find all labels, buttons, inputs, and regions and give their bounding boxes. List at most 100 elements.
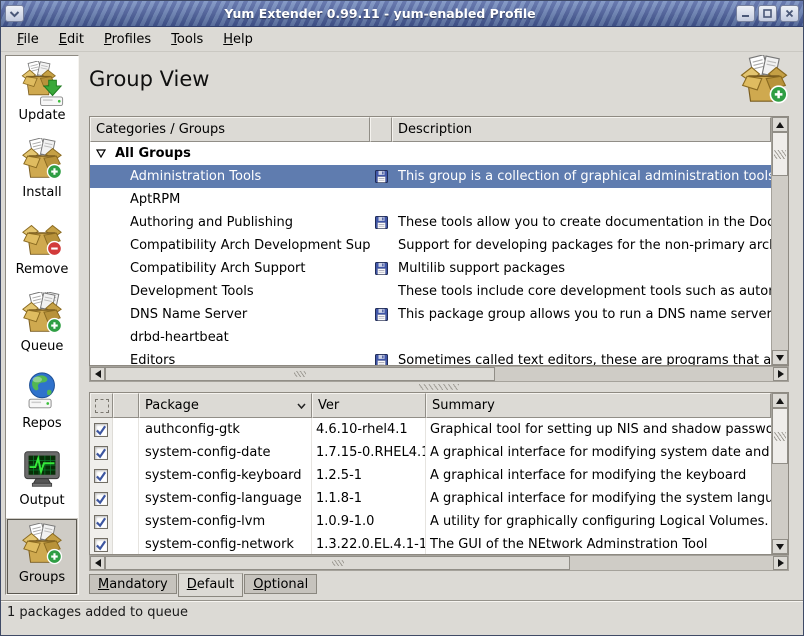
group-row-compat-arch-support[interactable]: Compatibility Arch Support Multilib supp…: [90, 257, 771, 280]
package-checkbox[interactable]: [94, 538, 108, 552]
package-checkbox[interactable]: [94, 492, 108, 506]
scrollbar-track[interactable]: [105, 556, 773, 570]
titlebar[interactable]: Yum Extender 0.99.11 - yum-enabled Profi…: [1, 1, 803, 27]
update-icon: [19, 61, 65, 107]
maximize-button[interactable]: [758, 5, 777, 22]
package-checkbox[interactable]: [94, 446, 108, 460]
close-button[interactable]: [780, 5, 799, 22]
package-ver: 1.2.5-1: [312, 464, 426, 487]
scrollbar-track[interactable]: [772, 464, 788, 539]
column-header-ver[interactable]: Ver: [312, 393, 426, 418]
menubar: File Edit Profiles Tools Help: [1, 27, 803, 52]
sidebar-item-output[interactable]: Output: [6, 441, 78, 518]
package-checkbox[interactable]: [94, 423, 108, 437]
package-name: system-config-network: [139, 533, 312, 554]
scroll-left-button[interactable]: [90, 556, 105, 570]
arrow-left-icon: [95, 370, 101, 378]
group-description: This group is a collection of graphical …: [398, 169, 771, 184]
window-menu-button[interactable]: [5, 5, 24, 22]
menu-help[interactable]: Help: [213, 30, 263, 49]
package-table-vertical-scrollbar[interactable]: [771, 393, 788, 554]
column-header-summary[interactable]: Summary: [426, 393, 771, 418]
package-row-system-config-keyboard[interactable]: system-config-keyboard 1.2.5-1 A graphic…: [90, 464, 771, 487]
package-summary: Graphical tool for setting up NIS and sh…: [426, 418, 771, 441]
tab-optional[interactable]: Optional: [244, 574, 317, 594]
package-row-system-config-network[interactable]: system-config-network 1.3.22.0.EL.4.1-1 …: [90, 533, 771, 554]
select-all-checkbox[interactable]: [95, 399, 109, 413]
group-row-editors[interactable]: Editors Sometimes called text editors, t…: [90, 349, 771, 365]
menu-profiles[interactable]: Profiles: [94, 30, 161, 49]
pane-splitter[interactable]: [89, 383, 789, 391]
package-row-system-config-language[interactable]: system-config-language 1.1.8-1 A graphic…: [90, 487, 771, 510]
menu-edit[interactable]: Edit: [49, 30, 94, 49]
package-summary: A graphical interface for modifying the …: [426, 464, 771, 487]
package-checkbox[interactable]: [94, 515, 108, 529]
scrollbar-track[interactable]: [105, 367, 773, 381]
tab-default[interactable]: Default: [178, 573, 244, 597]
check-icon: [95, 470, 107, 482]
scrollbar-track[interactable]: [772, 176, 788, 350]
package-checkbox[interactable]: [94, 469, 108, 483]
scrollbar-thumb[interactable]: [105, 367, 495, 381]
column-header-categories-groups[interactable]: Categories / Groups: [90, 117, 370, 142]
package-row-system-config-lvm[interactable]: system-config-lvm 1.0.9-1.0 A utility fo…: [90, 510, 771, 533]
menu-file[interactable]: File: [7, 30, 49, 49]
group-row-aptrpm[interactable]: AptRPM: [90, 188, 771, 211]
sidebar-item-label: Repos: [22, 416, 61, 431]
tab-mandatory[interactable]: Mandatory: [89, 574, 177, 594]
package-name: system-config-keyboard: [139, 464, 312, 487]
scrollbar-thumb[interactable]: [772, 408, 788, 464]
arrow-up-icon: [776, 398, 784, 404]
column-header-package[interactable]: Package: [139, 393, 312, 418]
group-description: This package group allows you to run a D…: [398, 307, 771, 322]
scroll-down-button[interactable]: [772, 539, 788, 554]
scroll-right-button[interactable]: [773, 556, 788, 570]
group-label: Compatibility Arch Support: [130, 261, 306, 276]
arrow-down-icon: [776, 355, 784, 361]
sidebar-item-remove[interactable]: Remove: [6, 210, 78, 287]
scroll-up-button[interactable]: [772, 393, 788, 408]
scroll-up-button[interactable]: [772, 117, 788, 132]
group-row-drbd-heartbeat[interactable]: drbd-heartbeat: [90, 326, 771, 349]
group-row-compat-arch-dev-support[interactable]: Compatibility Arch Development Support S…: [90, 234, 771, 257]
sidebar-item-update[interactable]: Update: [6, 56, 78, 133]
sidebar-item-label: Update: [18, 108, 65, 123]
group-row-administration-tools[interactable]: Administration Tools This group is a col…: [90, 165, 771, 188]
groups-icon: [19, 523, 65, 569]
group-description: Support for developing packages for the …: [398, 238, 771, 253]
scroll-right-button[interactable]: [773, 367, 788, 381]
group-description: These tools allow you to create document…: [398, 215, 771, 230]
package-name: system-config-lvm: [139, 510, 312, 533]
expander-icon[interactable]: [96, 149, 106, 158]
column-header-media-icon[interactable]: [370, 117, 392, 142]
group-row-dns-name-server[interactable]: DNS Name Server This package group allow…: [90, 303, 771, 326]
sidebar-item-label: Remove: [16, 262, 69, 277]
sidebar-item-groups[interactable]: Groups: [6, 518, 78, 595]
menu-tools[interactable]: Tools: [161, 30, 213, 49]
scrollbar-thumb[interactable]: [105, 556, 570, 570]
package-row-system-config-date[interactable]: system-config-date 1.7.15-0.RHEL4.1 A gr…: [90, 441, 771, 464]
group-row-development-tools[interactable]: Development Tools These tools include co…: [90, 280, 771, 303]
group-row-all-groups[interactable]: All Groups: [90, 142, 771, 165]
sidebar-item-repos[interactable]: Repos: [6, 364, 78, 441]
column-header-description[interactable]: Description: [392, 117, 771, 142]
scrollbar-thumb[interactable]: [772, 132, 788, 176]
package-name: authconfig-gtk: [139, 418, 312, 441]
sidebar-item-queue[interactable]: Queue: [6, 287, 78, 364]
column-header-select-all[interactable]: [90, 393, 113, 418]
splitter-grip: [419, 384, 459, 390]
group-table-horizontal-scrollbar[interactable]: [89, 366, 789, 382]
package-row-authconfig-gtk[interactable]: authconfig-gtk 4.6.10-rhel4.1 Graphical …: [90, 418, 771, 441]
scroll-down-button[interactable]: [772, 350, 788, 365]
package-ver: 4.6.10-rhel4.1: [312, 418, 426, 441]
group-row-authoring-and-publishing[interactable]: Authoring and Publishing These tools all…: [90, 211, 771, 234]
check-icon: [95, 539, 107, 551]
sidebar-item-install[interactable]: Install: [6, 133, 78, 210]
group-table-vertical-scrollbar[interactable]: [771, 117, 788, 365]
package-table-header: Package Ver Summary: [90, 393, 771, 418]
group-table: Categories / Groups Description All Grou…: [89, 116, 789, 366]
scroll-left-button[interactable]: [90, 367, 105, 381]
minimize-button[interactable]: [736, 5, 755, 22]
column-header-status-icon[interactable]: [113, 393, 139, 418]
package-table-horizontal-scrollbar[interactable]: [89, 555, 789, 571]
